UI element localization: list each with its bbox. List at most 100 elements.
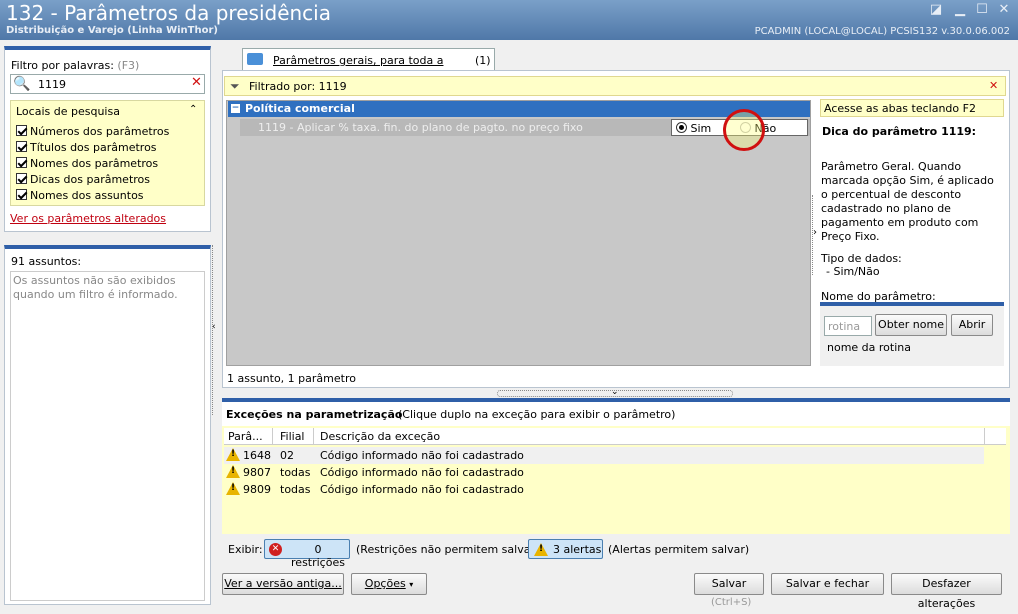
filter-bar: ⏷ Filtrado por: 1119 ✕ <box>224 76 1006 96</box>
alertas-label: 3 alertas <box>553 543 602 556</box>
exc-filial: 02 <box>280 449 294 462</box>
warning-icon <box>226 465 240 479</box>
exc-filial: todas <box>280 466 311 479</box>
option-label: Nomes dos parâmetros <box>30 157 159 170</box>
exceptions-subtitle: (Clique duplo na exceção para exibir o p… <box>398 408 676 421</box>
group-title: Política comercial <box>245 102 355 115</box>
checkbox-icon[interactable] <box>16 141 27 152</box>
radio-sim[interactable]: Sim <box>676 122 711 135</box>
opcoes-button[interactable]: Opções ▾ <box>351 573 427 595</box>
restricoes-button[interactable]: ✕ 0 restrições <box>264 539 350 569</box>
tip-body: Parâmetro Geral. Quando marcada opção Si… <box>821 160 994 243</box>
col-divider <box>313 428 314 444</box>
exceptions-title: Exceções na parametrização <box>226 408 403 421</box>
collapse-icon[interactable]: ⌃ <box>189 104 197 115</box>
tip-collapse-icon[interactable]: › <box>813 227 817 238</box>
abrir-button[interactable]: Abrir <box>951 314 993 336</box>
h-splitter-arrow-icon[interactable]: ⌄ <box>611 387 619 397</box>
clear-filter-icon[interactable]: ✕ <box>191 75 202 90</box>
checkbox-icon[interactable] <box>16 173 27 184</box>
warning-icon <box>226 448 240 462</box>
col-param[interactable]: Parâ... <box>228 430 263 443</box>
col-divider <box>272 428 273 444</box>
magnifier-icon: 🔍 <box>13 76 31 92</box>
params-grid <box>226 100 811 366</box>
assuntos-note: Os assuntos não são exibidos quando um f… <box>13 274 178 301</box>
col-divider <box>984 428 985 444</box>
option-label: Dicas dos parâmetros <box>30 173 151 186</box>
warning-icon <box>534 543 548 557</box>
salvar-fechar-button[interactable]: Salvar e fechar <box>771 573 884 595</box>
exceptions-header: Parâ... Filial Descrição da exceção <box>224 428 1006 445</box>
col-filial[interactable]: Filial <box>280 430 305 443</box>
user-info: PCADMIN (LOCAL@LOCAL) PCSIS132 v.30.0.06… <box>754 26 1010 37</box>
restricoes-label: 0 restrições <box>291 543 345 569</box>
click-highlight <box>723 109 765 151</box>
versao-antiga-button[interactable]: Ver a versão antiga... <box>222 573 344 595</box>
search-input[interactable]: 1119 <box>38 78 66 91</box>
obter-nome-button[interactable]: Obter nome <box>875 314 947 336</box>
assuntos-count: 91 assuntos: <box>11 255 82 268</box>
option-label: Números dos parâmetros <box>30 125 170 138</box>
rotina-input[interactable]: rotina <box>824 316 872 336</box>
minimize-icon[interactable]: ▁ <box>950 2 970 18</box>
window-title: 132 - Parâmetros da presidência <box>6 1 331 25</box>
exc-param: 9809 <box>243 483 271 496</box>
exc-desc: Código informado não foi cadastrado <box>320 466 524 479</box>
clear-filter-bar-icon[interactable]: ✕ <box>989 79 998 92</box>
tip-title: Dica do parâmetro 1119: <box>822 125 977 138</box>
option-titulos[interactable]: Títulos dos parâmetros <box>16 141 157 154</box>
rotina-panel: rotina Obter nome Abrir nome da rotina <box>820 302 1004 366</box>
option-assuntos[interactable]: Nomes dos assuntos <box>16 189 144 202</box>
group-header[interactable]: − Política comercial <box>228 101 810 117</box>
tab-hint-text: Acesse as abas teclando F2 <box>824 102 976 115</box>
exc-param: 9807 <box>243 466 271 479</box>
col-desc[interactable]: Descrição da exceção <box>320 430 440 443</box>
splitter-arrow-icon[interactable]: ‹ <box>212 322 216 332</box>
warning-icon <box>226 482 240 496</box>
restricoes-note: (Restrições não permitem salvar) <box>356 543 540 556</box>
checkbox-icon[interactable] <box>16 125 27 136</box>
search-box[interactable]: 🔍 1119 ✕ <box>10 74 205 94</box>
tab-parametros-gerais[interactable]: Parâmetros gerais, para toda a empresa (… <box>242 48 495 80</box>
folder-icon <box>247 53 263 65</box>
exception-row[interactable]: 1648 02 Código informado não foi cadastr… <box>224 447 984 464</box>
dropdown-arrow-icon: ▾ <box>409 580 414 589</box>
salvar-button[interactable]: Salvar <box>694 573 764 595</box>
exibir-label: Exibir: <box>228 543 263 556</box>
rotina-name: nome da rotina <box>827 341 911 354</box>
exception-row[interactable]: 9807 todas Código informado não foi cada… <box>224 464 984 481</box>
exc-filial: todas <box>280 483 311 496</box>
desfazer-button[interactable]: Desfazer alterações <box>891 573 1002 610</box>
window-subtitle: Distribuição e Varejo (Linha WinThor) <box>6 25 218 36</box>
exception-row[interactable]: 9809 todas Código informado não foi cada… <box>224 481 984 498</box>
option-dicas[interactable]: Dicas dos parâmetros <box>16 173 150 186</box>
option-label: Nomes dos assuntos <box>30 189 144 202</box>
checkbox-icon[interactable] <box>16 157 27 168</box>
restore-icon[interactable]: ◪ <box>926 2 946 18</box>
radio-icon[interactable] <box>676 122 687 133</box>
collapse-group-icon[interactable]: − <box>231 104 240 113</box>
option-numeros[interactable]: Números dos parâmetros <box>16 125 169 138</box>
alertas-button[interactable]: 3 alertas <box>528 539 603 559</box>
filter-shortcut: (F3) <box>117 59 140 72</box>
filter-label-text: Filtro por palavras: <box>11 59 114 72</box>
title-bar: 132 - Parâmetros da presidência Distribu… <box>0 0 1018 40</box>
exc-param: 1648 <box>243 449 271 462</box>
altered-params-link[interactable]: Ver os parâmetros alterados <box>10 212 166 225</box>
close-icon[interactable]: ✕ <box>994 2 1014 18</box>
tab-count: (1) <box>475 54 491 67</box>
opcoes-label: Opções <box>364 577 406 590</box>
tip-type-value: - Sim/Não <box>826 265 880 278</box>
option-nomes[interactable]: Nomes dos parâmetros <box>16 157 158 170</box>
grid-status: 1 assunto, 1 parâmetro <box>227 372 356 385</box>
funnel-icon: ⏷ <box>230 79 240 93</box>
locais-title: Locais de pesquisa <box>16 105 120 118</box>
maximize-icon[interactable]: ☐ <box>972 2 992 18</box>
filter-bar-text: Filtrado por: 1119 <box>249 80 347 93</box>
assuntos-list[interactable]: Os assuntos não são exibidos quando um f… <box>10 271 205 601</box>
option-label: Títulos dos parâmetros <box>30 141 157 154</box>
param-label: 1119 - Aplicar % taxa. fin. do plano de … <box>258 121 583 134</box>
checkbox-icon[interactable] <box>16 189 27 200</box>
tab-hint: Acesse as abas teclando F2 <box>820 99 1004 117</box>
